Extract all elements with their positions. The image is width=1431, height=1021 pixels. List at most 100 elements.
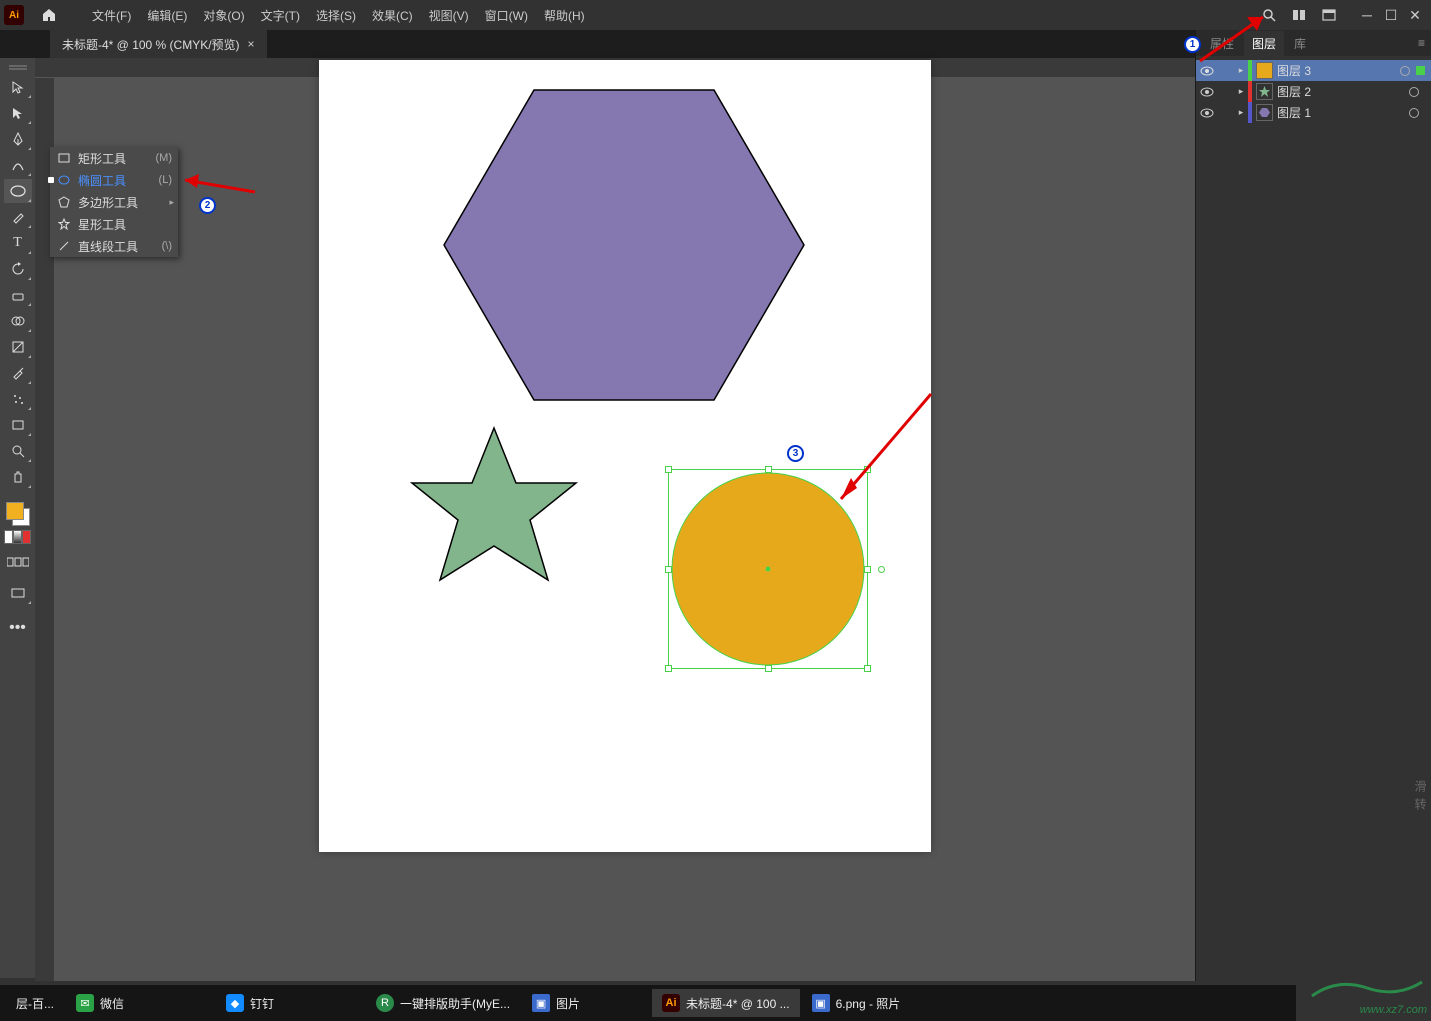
task-item[interactable]: ✉ 微信 <box>66 989 134 1017</box>
doc-icon: R <box>376 994 394 1012</box>
flyout-line[interactable]: 直线段工具 (\) <box>50 235 178 257</box>
star-shape[interactable] <box>404 420 584 600</box>
layer-row[interactable]: ▸ 图层 2 <box>1196 81 1431 102</box>
ellipse-tool[interactable] <box>4 179 32 203</box>
artboard-tool[interactable] <box>4 413 32 437</box>
menu-file[interactable]: 文件(F) <box>84 3 139 28</box>
selection-indicator <box>1416 66 1425 75</box>
right-panel: 属性 图层 库 ≡ ▸ 图层 3 ▸ 图层 2 ▸ <box>1195 30 1431 981</box>
workspace-icon[interactable] <box>1287 3 1311 27</box>
taskbar: 层-百... ✉ 微信 ◆ 钉钉 R 一键排版助手(MyE... ▣ 图片 Ai… <box>0 985 1296 1021</box>
badge-1: 1 <box>1184 36 1201 53</box>
symbol-sprayer-tool[interactable] <box>4 387 32 411</box>
target-icon[interactable] <box>1409 108 1419 118</box>
canvas[interactable]: 3 <box>55 78 1195 981</box>
visibility-icon[interactable] <box>1196 87 1218 97</box>
artboard <box>319 60 931 852</box>
minimize-button[interactable]: ─ <box>1357 7 1377 23</box>
document-tab-title: 未标题-4* @ 100 % (CMYK/预览) <box>62 36 240 53</box>
search-icon[interactable] <box>1257 3 1281 27</box>
visibility-icon[interactable] <box>1196 66 1218 76</box>
menu-effect[interactable]: 效果(C) <box>364 3 421 28</box>
pen-tool[interactable] <box>4 127 32 151</box>
color-mode-icons[interactable] <box>4 530 32 544</box>
fill-stroke-swatch[interactable] <box>6 502 30 526</box>
dingtalk-icon: ◆ <box>226 994 244 1012</box>
flyout-polygon[interactable]: 多边形工具 ▸ <box>50 191 178 213</box>
task-item[interactable]: Ai 未标题-4* @ 100 ... <box>652 989 800 1017</box>
badge-3: 3 <box>787 445 804 462</box>
ellipse-selected[interactable] <box>669 470 867 668</box>
home-button[interactable] <box>34 3 64 27</box>
selection-bounds <box>668 469 868 669</box>
menu-window[interactable]: 窗口(W) <box>477 3 536 28</box>
draw-mode-icons[interactable] <box>4 550 32 574</box>
task-item[interactable]: 层-百... <box>6 989 64 1017</box>
flyout-ellipse[interactable]: 椭圆工具 (L) <box>50 169 178 191</box>
expand-icon[interactable]: ▸ <box>1234 86 1248 97</box>
type-tool[interactable]: T <box>4 231 32 255</box>
watermark: www.xz7.com <box>1307 976 1427 1017</box>
menu-select[interactable]: 选择(S) <box>308 3 364 28</box>
eraser-tool[interactable] <box>4 283 32 307</box>
menu-object[interactable]: 对象(O) <box>195 3 252 28</box>
layers-list: ▸ 图层 3 ▸ 图层 2 ▸ 图层 1 <box>1196 56 1431 127</box>
image-icon: ▣ <box>532 994 550 1012</box>
task-item[interactable]: ▣ 图片 <box>522 989 590 1017</box>
direct-selection-tool[interactable] <box>4 101 32 125</box>
image-icon: ▣ <box>812 994 830 1012</box>
edit-toolbar-icon[interactable]: ••• <box>4 616 32 640</box>
layer-thumb <box>1256 62 1273 79</box>
eyedropper-tool[interactable] <box>4 361 32 385</box>
menu-bar: Ai 文件(F) 编辑(E) 对象(O) 文字(T) 选择(S) 效果(C) 视… <box>0 0 1431 30</box>
arrange-icon[interactable] <box>1317 3 1341 27</box>
document-tab[interactable]: 未标题-4* @ 100 % (CMYK/预览) × <box>50 30 267 59</box>
menu-view[interactable]: 视图(V) <box>421 3 477 28</box>
maximize-button[interactable]: ☐ <box>1381 7 1401 23</box>
tab-close-icon[interactable]: × <box>248 37 255 51</box>
rotate-tool[interactable] <box>4 257 32 281</box>
flyout-star[interactable]: 星形工具 <box>50 213 178 235</box>
gradient-tool[interactable] <box>4 335 32 359</box>
paintbrush-tool[interactable] <box>4 205 32 229</box>
task-item[interactable]: ◆ 钉钉 <box>216 989 284 1017</box>
tab-libraries[interactable]: 库 <box>1286 31 1314 56</box>
rectangle-icon <box>56 153 72 163</box>
layer-thumb <box>1256 104 1273 121</box>
task-item[interactable]: ▣ 6.png - 照片 <box>802 989 911 1017</box>
layer-row[interactable]: ▸ 图层 1 <box>1196 102 1431 123</box>
tab-properties[interactable]: 属性 <box>1202 31 1242 56</box>
target-icon[interactable] <box>1409 87 1419 97</box>
visibility-icon[interactable] <box>1196 108 1218 118</box>
selection-tool[interactable] <box>4 75 32 99</box>
target-icon[interactable] <box>1400 66 1410 76</box>
shape-builder-tool[interactable] <box>4 309 32 333</box>
layer-thumb <box>1256 83 1273 100</box>
flyout-rectangle[interactable]: 矩形工具 (M) <box>50 147 178 169</box>
star-icon <box>56 218 72 230</box>
tab-layers[interactable]: 图层 <box>1244 31 1284 56</box>
close-button[interactable]: ✕ <box>1405 7 1425 23</box>
screen-mode-icon[interactable] <box>4 581 32 605</box>
polygon-icon <box>56 196 72 208</box>
hand-tool[interactable] <box>4 465 32 489</box>
layer-row[interactable]: ▸ 图层 3 <box>1196 60 1431 81</box>
ellipse-icon <box>56 175 72 185</box>
menu-edit[interactable]: 编辑(E) <box>139 3 195 28</box>
panel-menu-icon[interactable]: ≡ <box>1418 36 1425 50</box>
badge-2: 2 <box>199 197 216 214</box>
shape-tool-flyout: 矩形工具 (M) 椭圆工具 (L) 多边形工具 ▸ 星形工具 直线段工具 (\) <box>50 147 178 257</box>
app-icon: Ai <box>4 5 24 25</box>
hexagon-shape[interactable] <box>434 80 814 410</box>
zoom-tool[interactable] <box>4 439 32 463</box>
side-text: 滑转 <box>1412 780 1429 816</box>
toolbar-grip[interactable] <box>4 63 32 73</box>
menu-type[interactable]: 文字(T) <box>253 3 308 28</box>
menu-help[interactable]: 帮助(H) <box>536 3 593 28</box>
task-item[interactable]: R 一键排版助手(MyE... <box>366 989 520 1017</box>
expand-icon[interactable]: ▸ <box>1234 65 1248 76</box>
curvature-tool[interactable] <box>4 153 32 177</box>
expand-icon[interactable]: ▸ <box>1234 107 1248 118</box>
wechat-icon: ✉ <box>76 994 94 1012</box>
left-toolbar: T ••• <box>0 58 35 978</box>
